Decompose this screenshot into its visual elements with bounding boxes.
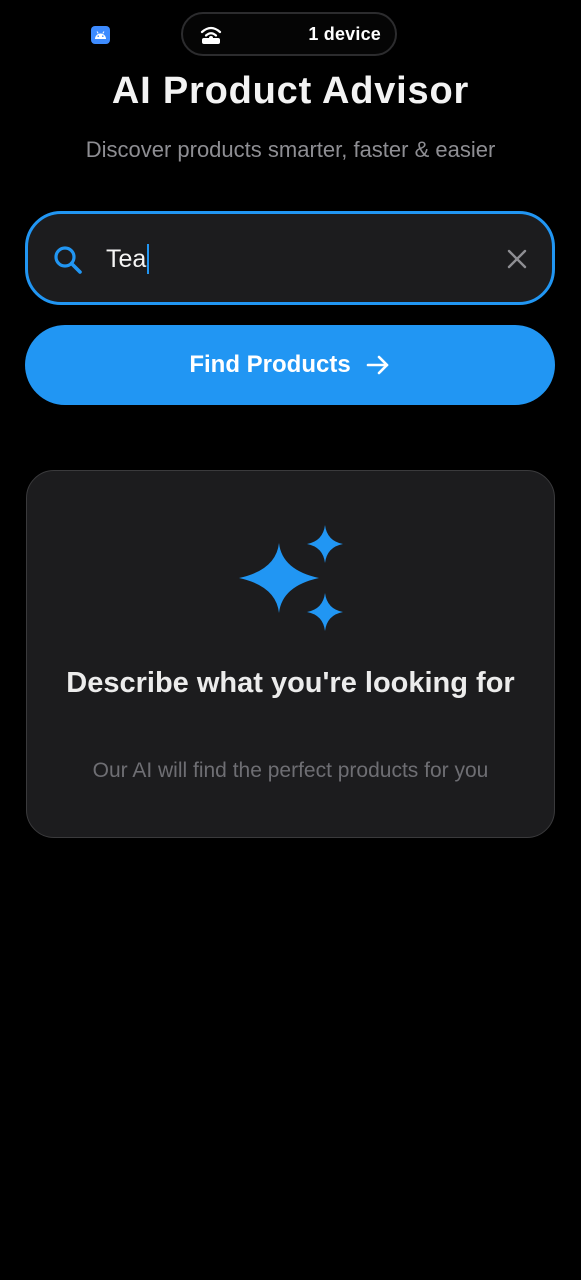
search-input[interactable]: Tea [106, 242, 150, 276]
text-cursor [147, 244, 150, 274]
android-icon [95, 31, 106, 39]
find-products-button[interactable]: Find Products [25, 325, 555, 405]
empty-state-heading: Describe what you're looking for [66, 667, 515, 699]
find-products-label: Find Products [189, 351, 351, 378]
empty-state-text: Our AI will find the perfect products fo… [92, 759, 489, 782]
search-input-value: Tea [106, 245, 147, 273]
hotspot-icon [200, 26, 222, 44]
search-field[interactable]: Tea [25, 211, 555, 305]
search-icon [54, 246, 82, 274]
arrow-right-icon [366, 355, 388, 375]
page-subtitle: Discover products smarter, faster & easi… [85, 137, 496, 162]
device-count: 1 device [308, 24, 381, 44]
android-app-icon [91, 26, 110, 44]
sparkles-icon [239, 525, 343, 631]
page-title: AI Product Advisor [111, 70, 470, 112]
connected-devices-pill[interactable]: 1 device [181, 12, 397, 56]
close-icon[interactable] [506, 248, 528, 270]
empty-state-card: Describe what you're looking for Our AI … [26, 470, 555, 838]
